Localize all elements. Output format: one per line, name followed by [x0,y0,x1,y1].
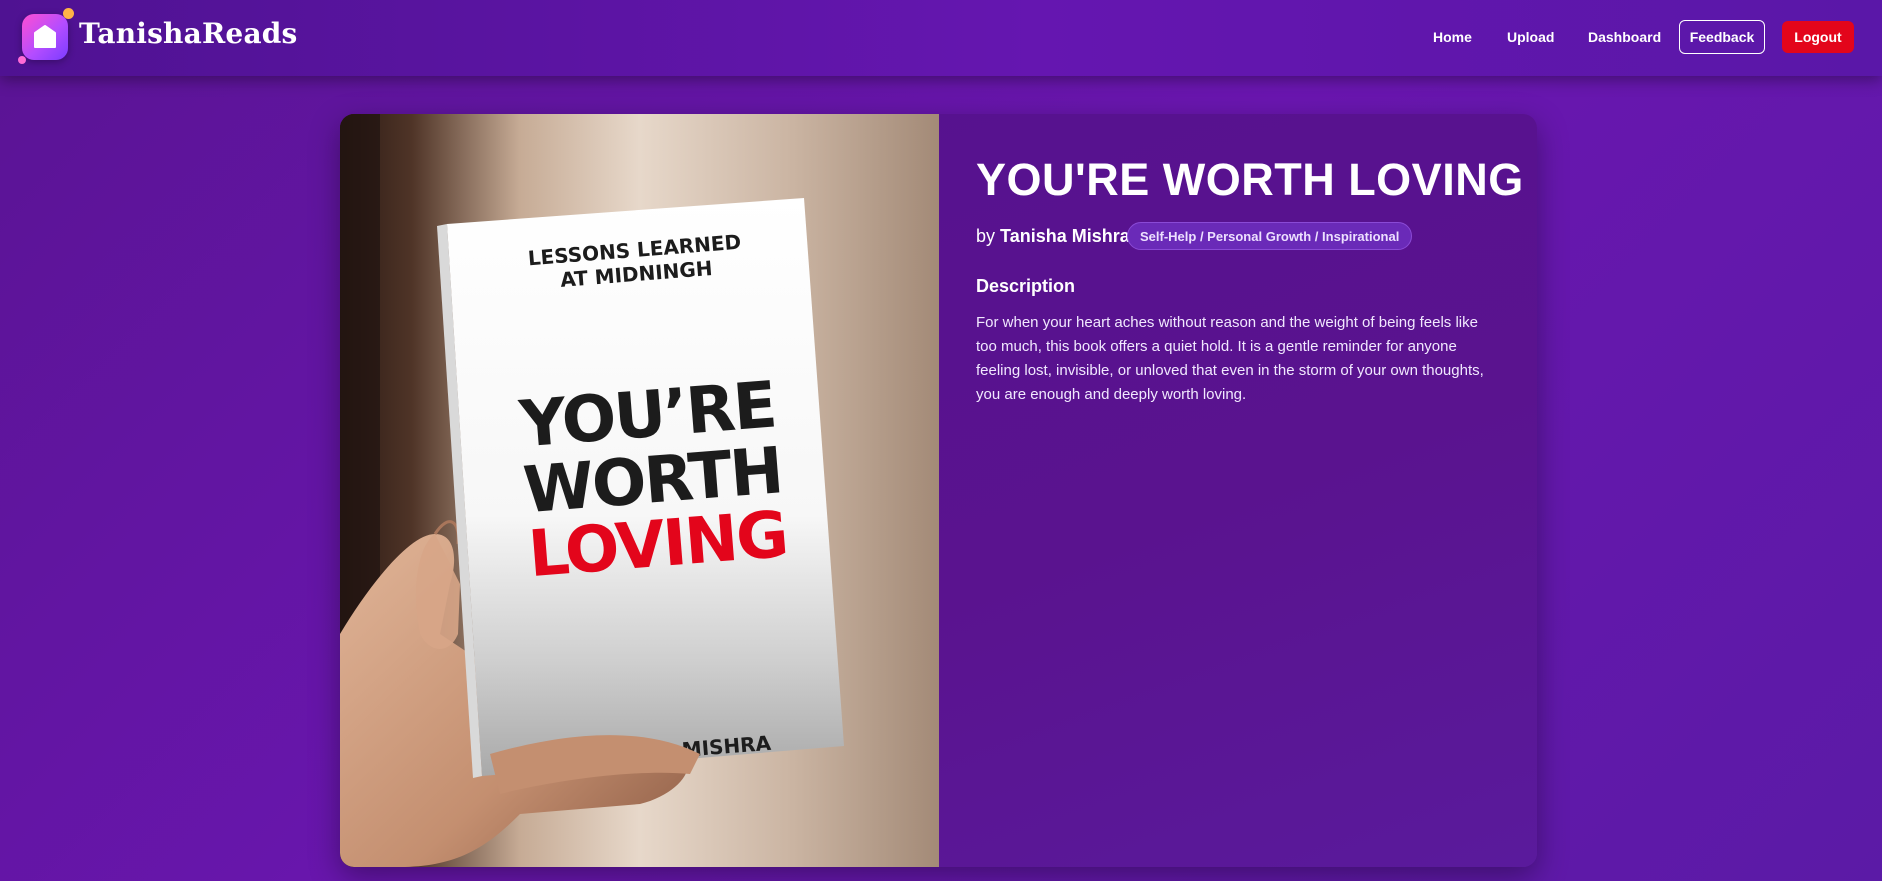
genre-badge: Self-Help / Personal Growth / Inspiratio… [1127,222,1413,250]
book-byline: by Tanisha Mishra [976,226,1130,247]
description-heading: Description [976,276,1076,296]
nav-upload-link[interactable]: Upload [1507,29,1554,45]
book-detail-card: LESSONS LEARNED AT MIDNINGH YOU’RE WORTH… [340,114,1537,867]
book-title: YOU'RE WORTH LOVING [976,154,1524,205]
cover-photo-illustration: LESSONS LEARNED AT MIDNINGH YOU’RE WORTH… [340,114,939,867]
logo-dot-decoration [63,8,74,19]
book-author[interactable]: Tanisha Mishra [1000,226,1130,246]
top-navbar: TanishaReads Home Upload Dashboard Feedb… [0,0,1882,76]
feedback-button[interactable]: Feedback [1679,20,1765,54]
nav-home-link[interactable]: Home [1433,29,1472,45]
logo-dot-decoration [18,56,26,64]
home-icon [34,25,56,48]
brand-name[interactable]: TanishaReads [79,17,298,50]
book-cover-image: LESSONS LEARNED AT MIDNINGH YOU’RE WORTH… [340,114,939,867]
logo-icon[interactable] [18,8,74,64]
by-prefix: by [976,226,996,246]
nav-dashboard-link[interactable]: Dashboard [1588,29,1661,45]
description-text: For when your heart aches without reason… [976,314,1484,403]
logout-button[interactable]: Logout [1782,21,1854,53]
